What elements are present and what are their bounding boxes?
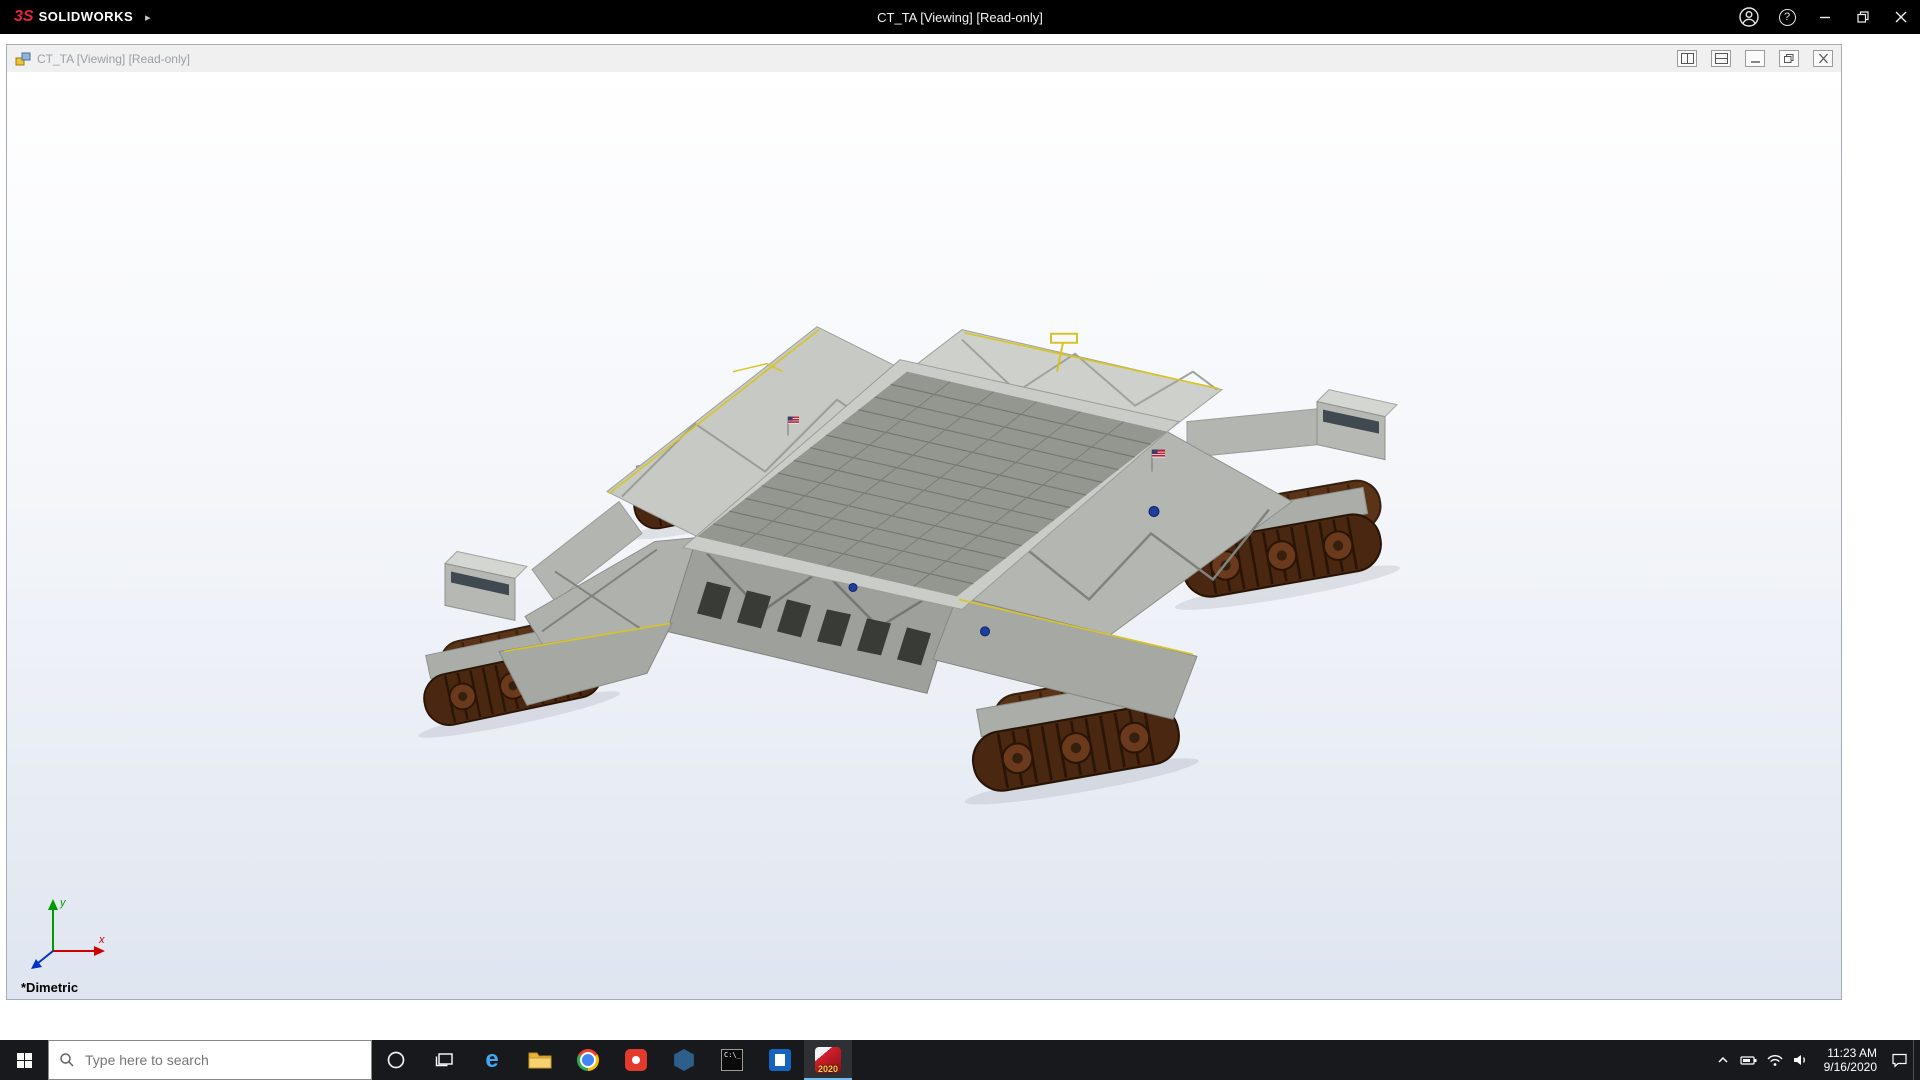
account-button[interactable] — [1730, 0, 1768, 34]
doc-close-button[interactable] — [1813, 50, 1833, 67]
battery-button[interactable] — [1736, 1040, 1762, 1080]
orientation-triad: y x — [23, 891, 119, 975]
x-axis-arrow — [94, 946, 105, 956]
action-center-icon — [1891, 1052, 1909, 1068]
control-cab-right — [1317, 390, 1397, 460]
app-titlebar[interactable]: 3S SOLIDWORKS ▸ CT_TA [Viewing] [Read-on… — [0, 0, 1920, 34]
start-icon — [16, 1052, 33, 1069]
help-icon: ? — [1779, 9, 1796, 26]
volume-button[interactable] — [1788, 1040, 1814, 1080]
solidworks-app-icon: 2020 — [815, 1047, 841, 1073]
system-tray: 11:23 AM 9/16/2020 — [1710, 1040, 1920, 1080]
solidworks-application-window: 3S SOLIDWORKS ▸ CT_TA [Viewing] [Read-on… — [0, 0, 1920, 1080]
network-button[interactable] — [1762, 1040, 1788, 1080]
blue-window-app-button[interactable] — [756, 1040, 804, 1080]
doc-minimize-button[interactable] — [1745, 50, 1765, 67]
restore-button[interactable] — [1844, 0, 1882, 34]
taskbar-clock[interactable]: 11:23 AM 9/16/2020 — [1814, 1040, 1887, 1080]
y-axis-arrow — [48, 899, 58, 910]
close-icon — [1895, 11, 1907, 23]
clock-time: 11:23 AM — [1827, 1046, 1877, 1060]
hexagon-app-icon — [673, 1049, 695, 1071]
solidworks-wordmark: SOLIDWORKS — [39, 9, 134, 24]
hexagon-app-button[interactable] — [660, 1040, 708, 1080]
file-explorer-icon — [528, 1050, 552, 1070]
menu-expand-chevron-icon[interactable]: ▸ — [139, 11, 157, 24]
z-axis-arrow — [38, 951, 53, 963]
y-axis-label: y — [59, 897, 67, 909]
solidworks-logo: 3S SOLIDWORKS — [0, 8, 139, 26]
restore-icon — [1857, 11, 1869, 23]
crawler-transporter-model — [7, 72, 1841, 999]
view-orientation-label: *Dimetric — [21, 980, 78, 995]
doc-restore-icon — [1783, 53, 1796, 64]
command-prompt-icon: C:\_ — [721, 1049, 743, 1071]
minimize-button[interactable] — [1806, 0, 1844, 34]
battery-icon — [1740, 1052, 1758, 1068]
taskbar-search[interactable] — [48, 1040, 372, 1080]
split-vertical-button[interactable] — [1677, 50, 1697, 67]
split-vertical-icon — [1681, 53, 1694, 64]
doc-close-icon — [1817, 53, 1830, 64]
clock-date: 9/16/2020 — [1824, 1060, 1877, 1074]
blue-window-app-icon — [769, 1049, 791, 1071]
red-app-button[interactable] — [612, 1040, 660, 1080]
task-view-button[interactable] — [420, 1040, 468, 1080]
solidworks-year-badge: 2020 — [815, 1064, 841, 1074]
solidworks-taskbar-button[interactable]: 2020 — [804, 1040, 852, 1080]
wifi-icon — [1766, 1052, 1784, 1068]
close-button[interactable] — [1882, 0, 1920, 34]
x-axis-label: x — [98, 934, 105, 946]
split-horizontal-icon — [1715, 53, 1728, 64]
doc-restore-button[interactable] — [1779, 50, 1799, 67]
file-explorer-button[interactable] — [516, 1040, 564, 1080]
minimize-icon — [1819, 11, 1831, 23]
search-input[interactable] — [83, 1051, 361, 1069]
document-window-controls — [1677, 50, 1833, 67]
red-app-icon — [625, 1049, 647, 1071]
show-desktop-button[interactable] — [1913, 1040, 1920, 1080]
command-prompt-button[interactable]: C:\_ — [708, 1040, 756, 1080]
search-icon — [59, 1052, 75, 1068]
edge-button[interactable]: e — [468, 1040, 516, 1080]
chevron-up-icon — [1715, 1052, 1731, 1068]
3d-viewport[interactable]: y x *Dimetric — [7, 72, 1841, 999]
tray-expand-button[interactable] — [1710, 1040, 1736, 1080]
start-button[interactable] — [0, 1040, 48, 1080]
speaker-icon — [1792, 1052, 1810, 1068]
control-cab-left — [445, 551, 527, 620]
window-controls: ? — [1730, 0, 1920, 34]
split-horizontal-button[interactable] — [1711, 50, 1731, 67]
account-icon — [1738, 6, 1760, 28]
document-title: CT_TA [Viewing] [Read-only] — [37, 52, 190, 66]
help-button[interactable]: ? — [1768, 0, 1806, 34]
action-center-button[interactable] — [1887, 1040, 1913, 1080]
document-titlebar[interactable]: CT_TA [Viewing] [Read-only] — [7, 45, 1841, 72]
cortana-icon — [386, 1050, 406, 1070]
windows-taskbar: e C:\_ 2020 — [0, 1040, 1920, 1080]
edge-icon: e — [485, 1048, 498, 1072]
chrome-button[interactable] — [564, 1040, 612, 1080]
doc-minimize-icon — [1749, 53, 1762, 64]
chrome-icon — [577, 1049, 599, 1071]
task-view-icon — [434, 1051, 454, 1069]
window-title: CT_TA [Viewing] [Read-only] — [877, 10, 1043, 25]
cortana-button[interactable] — [372, 1040, 420, 1080]
dassault-3ds-mark: 3S — [14, 8, 34, 26]
assembly-document-icon — [15, 51, 31, 67]
mdi-client-area: CT_TA [Viewing] [Read-only] — [0, 34, 1920, 1040]
document-window: CT_TA [Viewing] [Read-only] — [6, 44, 1842, 1000]
